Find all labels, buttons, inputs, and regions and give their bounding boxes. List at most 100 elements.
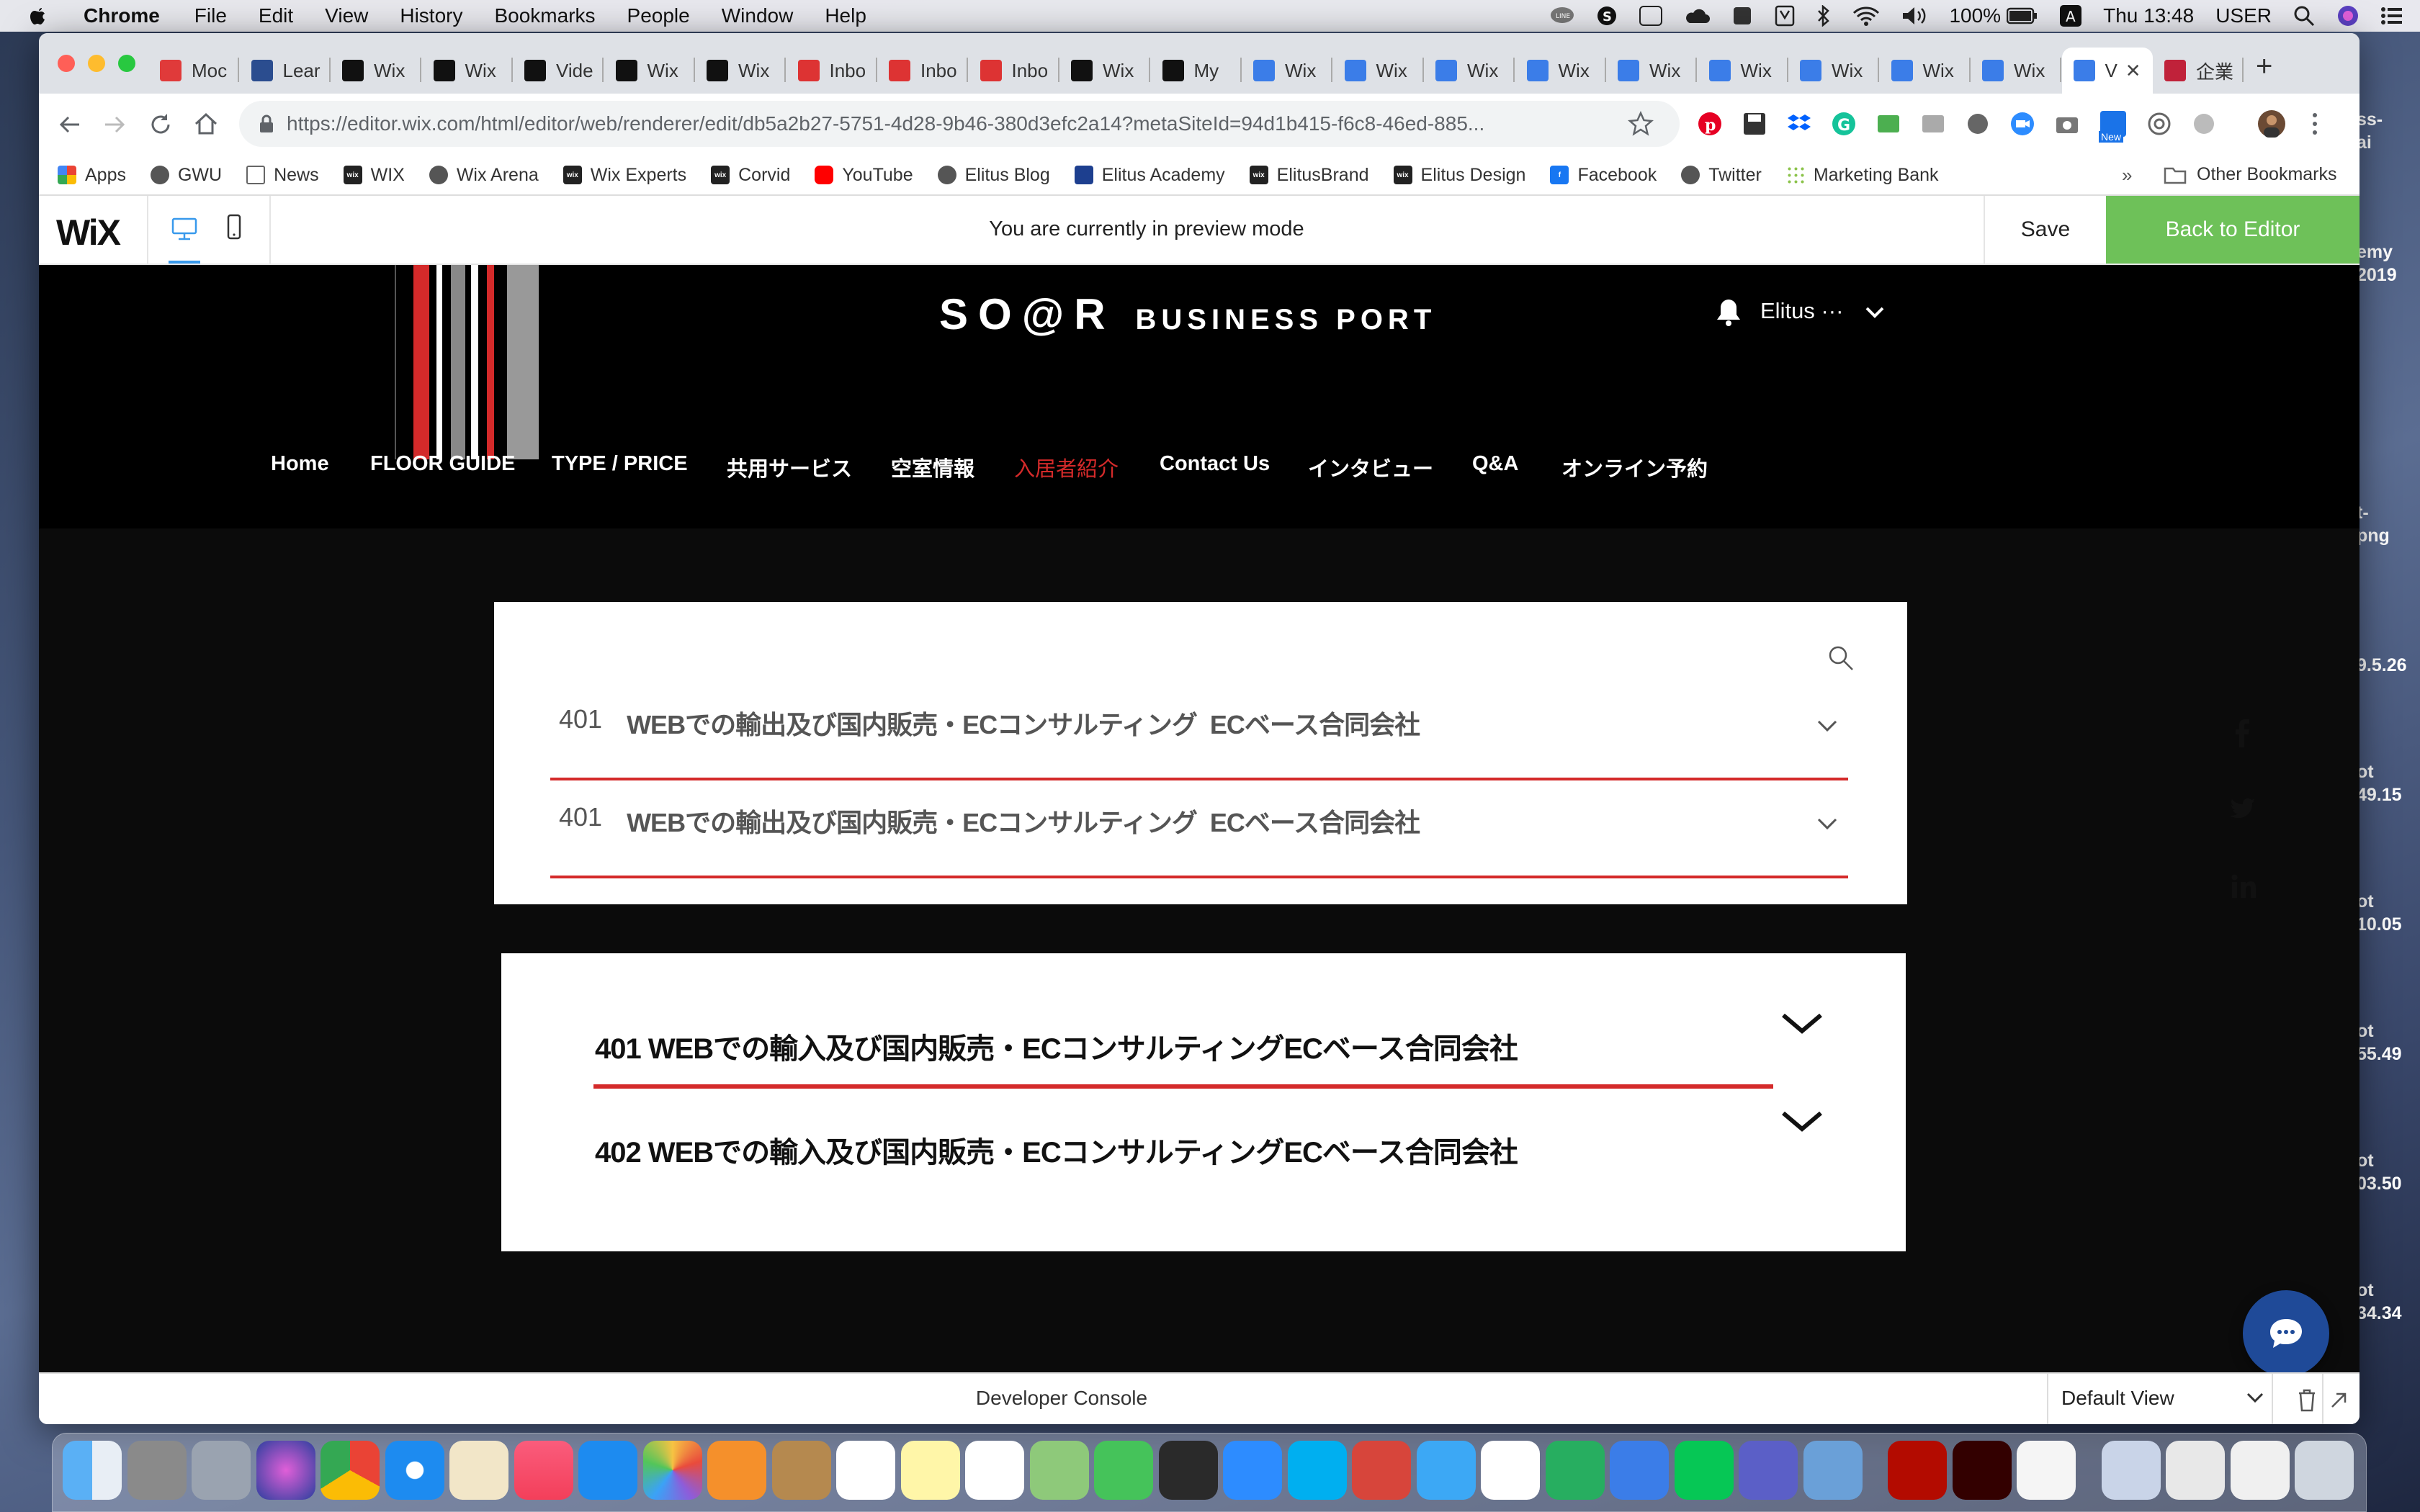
bluetooth-icon[interactable] (1816, 5, 1831, 27)
line-icon[interactable] (1674, 1441, 1734, 1500)
browser-tab[interactable]: Wix (604, 48, 695, 94)
browser-tab[interactable]: Wix (1333, 48, 1424, 94)
zoom-window-icon[interactable] (118, 55, 135, 72)
browser-tab[interactable]: Wix (1424, 48, 1515, 94)
minimize-window-icon[interactable] (88, 55, 105, 72)
browser-tab[interactable]: Wix (1606, 48, 1697, 94)
view-selector[interactable]: Default View (2061, 1387, 2264, 1410)
bookmark-item[interactable]: f Facebook (1550, 165, 1657, 186)
cloud-status-icon[interactable] (1684, 6, 1711, 26)
site-brand[interactable]: SO@R BUSINESS PORT (939, 289, 1436, 339)
lock-icon[interactable] (259, 114, 274, 133)
nav-item[interactable]: 共用サービス (727, 452, 852, 482)
browser-tab[interactable]: Wix (1698, 48, 1788, 94)
menu-edit[interactable]: Edit (259, 4, 293, 27)
new-extension-icon[interactable]: New (2099, 109, 2128, 143)
nav-item[interactable]: TYPE / PRICE (552, 452, 688, 476)
profile-avatar[interactable] (2257, 109, 2286, 138)
reload-icon[interactable] (148, 112, 173, 137)
chevron-down-icon[interactable] (1816, 816, 1838, 831)
bell-icon[interactable] (1714, 297, 1743, 328)
grammarly-extension-icon[interactable]: G (1831, 111, 1857, 137)
nav-item[interactable]: FLOOR GUIDE (370, 452, 515, 476)
browser-tab[interactable]: Wix (1515, 48, 1606, 94)
menu-window[interactable]: Window (722, 4, 794, 27)
acrobat-icon[interactable] (1888, 1441, 1947, 1500)
bookmark-item[interactable]: Wix Arena (429, 165, 539, 186)
browser-tab[interactable]: Moc (148, 48, 239, 94)
pockity-icon[interactable] (1352, 1441, 1411, 1500)
browser-tab[interactable]: Wix (695, 48, 786, 94)
expand-icon[interactable] (2329, 1391, 2348, 1410)
other-bookmarks[interactable]: Other Bookmarks (2164, 164, 2337, 185)
chevron-down-icon[interactable] (1816, 719, 1838, 733)
bookmark-status-icon[interactable] (1775, 5, 1795, 27)
accordion-item[interactable]: 401 WEBでの輸入及び国内販売・ECコンサルティングECベース合同会社 (501, 1011, 1906, 1115)
bookmark-item[interactable]: Elitus Blog (937, 165, 1050, 186)
file-stack-icon[interactable] (2230, 1441, 2290, 1500)
notification-center-icon[interactable] (2381, 6, 2403, 25)
notes-icon[interactable] (900, 1441, 960, 1500)
member-name[interactable]: Elitus ··· (1760, 298, 1843, 324)
nav-item[interactable]: オンライン予約 (1561, 452, 1708, 482)
site-logo-stripes[interactable] (385, 265, 557, 459)
bookmark-item[interactable]: Marketing Bank (1785, 165, 1939, 186)
nav-item[interactable]: Home (271, 452, 329, 476)
nav-item[interactable]: 入居者紹介 (1014, 452, 1119, 482)
display-status-icon[interactable] (1639, 6, 1663, 26)
close-tab-icon[interactable]: ✕ (2125, 60, 2141, 82)
chevron-down-icon[interactable] (1780, 1011, 1824, 1035)
save-extension-icon[interactable] (1742, 111, 1767, 137)
nav-item[interactable]: 空室情報 (891, 452, 974, 482)
back-icon[interactable] (58, 112, 82, 137)
mobile-view-icon[interactable] (223, 213, 245, 242)
home-icon[interactable] (193, 111, 219, 137)
zoom-extension-icon[interactable] (2009, 111, 2035, 137)
bookmark-item[interactable]: News (246, 165, 319, 186)
trash-icon[interactable] (2295, 1441, 2354, 1500)
browser-tab[interactable]: Wix (1242, 48, 1332, 94)
faq-item[interactable]: 401 WEBでの輸出及び国内販売・ECコンサルティング ECベース合同会社 (550, 683, 1848, 780)
bookmark-item[interactable]: wix WIX (343, 165, 405, 186)
safari-icon[interactable] (385, 1441, 444, 1500)
nav-item[interactable]: インタビュー (1308, 452, 1433, 482)
bookmark-item[interactable]: GWU (150, 165, 222, 186)
reminders-icon[interactable] (965, 1441, 1024, 1500)
teams-icon[interactable] (1739, 1441, 1798, 1500)
preview-icon[interactable] (1803, 1441, 1863, 1500)
photos-icon[interactable] (642, 1441, 702, 1500)
close-window-icon[interactable] (58, 55, 75, 72)
spiral-extension-icon[interactable] (2146, 111, 2172, 137)
linkedin-icon[interactable] (2231, 874, 2256, 899)
circle-extension-icon[interactable] (1965, 111, 1991, 137)
menubar-user[interactable]: USER (2215, 4, 2272, 27)
menu-bookmarks[interactable]: Bookmarks (494, 4, 595, 27)
camera-extension-icon[interactable] (2054, 111, 2080, 137)
developer-console-toggle[interactable]: Developer Console (39, 1387, 2084, 1410)
trash-icon[interactable] (2296, 1388, 2318, 1413)
menu-file[interactable]: File (194, 4, 227, 27)
bookmark-item[interactable]: Apps (58, 165, 126, 186)
chat-button[interactable] (2243, 1290, 2329, 1377)
volume-icon[interactable] (1901, 5, 1927, 27)
facetime-icon[interactable] (1094, 1441, 1153, 1500)
browser-tab[interactable]: My (1151, 48, 1242, 94)
browser-tab[interactable]: Wix (331, 48, 421, 94)
chevron-down-icon[interactable] (1864, 304, 1886, 321)
folder-stack-icon[interactable] (2101, 1441, 2161, 1500)
siri-icon[interactable] (2336, 4, 2360, 27)
bookmarks-overflow-button[interactable]: » (2122, 164, 2132, 186)
bookmark-item[interactable]: YouTube (815, 165, 913, 186)
messages-icon[interactable] (1416, 1441, 1476, 1500)
chrome-menu-icon[interactable] (2311, 111, 2319, 137)
menu-app-name[interactable]: Chrome (84, 4, 160, 27)
textedit-icon[interactable] (1481, 1441, 1540, 1500)
bookmark-item[interactable]: wix Wix Experts (563, 165, 686, 186)
numbers-icon[interactable] (1545, 1441, 1605, 1500)
bookmark-item[interactable]: wix Corvid (711, 165, 790, 186)
keynote-icon[interactable] (1610, 1441, 1669, 1500)
back-to-editor-button[interactable]: Back to Editor (2106, 196, 2360, 264)
books-icon[interactable] (707, 1441, 766, 1500)
apple-icon[interactable] (27, 5, 49, 27)
new-tab-button[interactable]: + (2256, 52, 2272, 81)
